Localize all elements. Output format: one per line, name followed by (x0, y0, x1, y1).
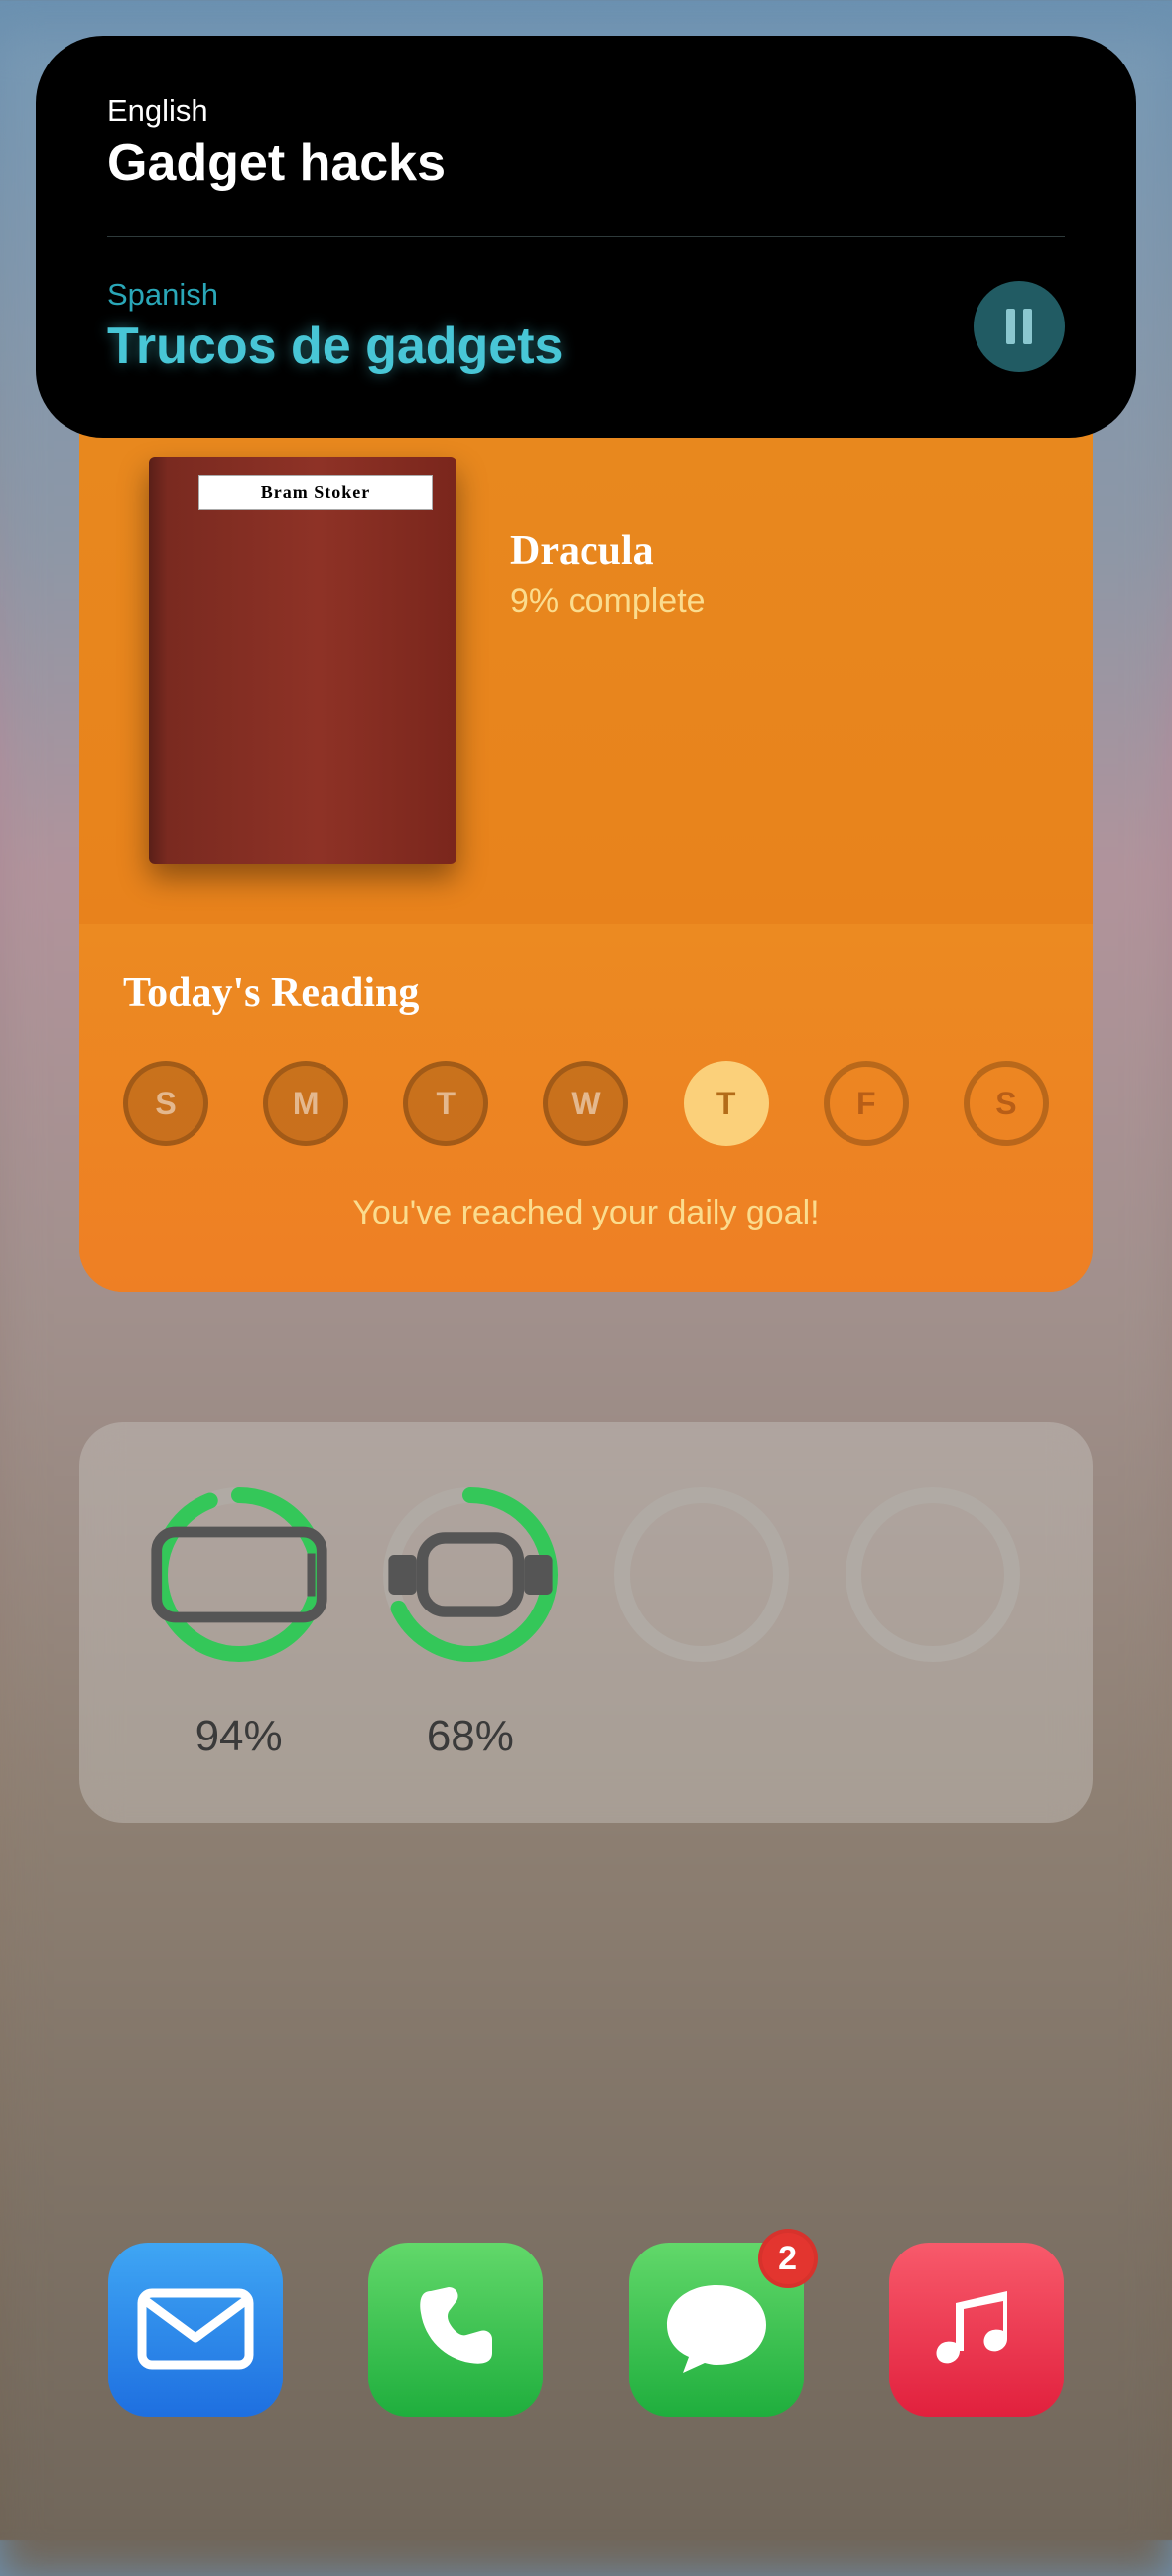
reading-day-6: S (964, 1061, 1049, 1146)
reading-day-4: T (684, 1061, 769, 1146)
dock-app-phone[interactable] (368, 2243, 543, 2417)
reading-day-1: M (263, 1061, 348, 1146)
reading-days-row: SMTWTFS (123, 1061, 1049, 1146)
translate-divider (107, 236, 1065, 237)
badge: 2 (758, 2229, 818, 2288)
reading-day-2: T (403, 1061, 488, 1146)
translate-source-text: Gadget hacks (107, 133, 1065, 193)
mail-icon (136, 2283, 255, 2378)
watch-icon (377, 1481, 564, 1668)
empty-icon (840, 1481, 1026, 1668)
battery-item-iphone: 94% (123, 1481, 354, 1761)
reading-day-5: F (824, 1061, 909, 1146)
book-progress: 9% complete (510, 582, 706, 621)
dock-app-mail[interactable] (108, 2243, 283, 2417)
battery-item-watch: 68% (354, 1481, 586, 1761)
iphone-icon (146, 1481, 332, 1668)
reading-day-3: W (543, 1061, 628, 1146)
messages-icon (657, 2273, 776, 2387)
translate-target-text: Trucos de gadgets (107, 317, 563, 376)
translate-overlay[interactable]: English Gadget hacks Spanish Trucos de g… (36, 36, 1136, 438)
battery-percent: 68% (427, 1712, 514, 1761)
phone-icon (401, 2273, 510, 2387)
translate-source-lang: English (107, 93, 1065, 129)
pause-button[interactable] (974, 281, 1065, 372)
empty-icon (608, 1481, 795, 1668)
dock-app-messages[interactable]: 2 (629, 2243, 804, 2417)
book-title: Dracula (510, 527, 706, 575)
pause-icon (1004, 309, 1034, 344)
translate-target-lang: Spanish (107, 277, 563, 313)
book-author-label: Bram Stoker (198, 475, 433, 510)
dock-app-music[interactable] (889, 2243, 1064, 2417)
battery-item-empty (586, 1481, 818, 1761)
reading-goal-message: You've reached your daily goal! (123, 1194, 1049, 1232)
book-cover: Bram Stoker (149, 457, 456, 864)
reading-day-0: S (123, 1061, 208, 1146)
music-icon (922, 2273, 1031, 2387)
batteries-widget[interactable]: 94% 68% (79, 1422, 1093, 1823)
battery-item-empty (818, 1481, 1049, 1761)
todays-reading-title: Today's Reading (123, 969, 1049, 1017)
battery-percent: 94% (195, 1712, 283, 1761)
